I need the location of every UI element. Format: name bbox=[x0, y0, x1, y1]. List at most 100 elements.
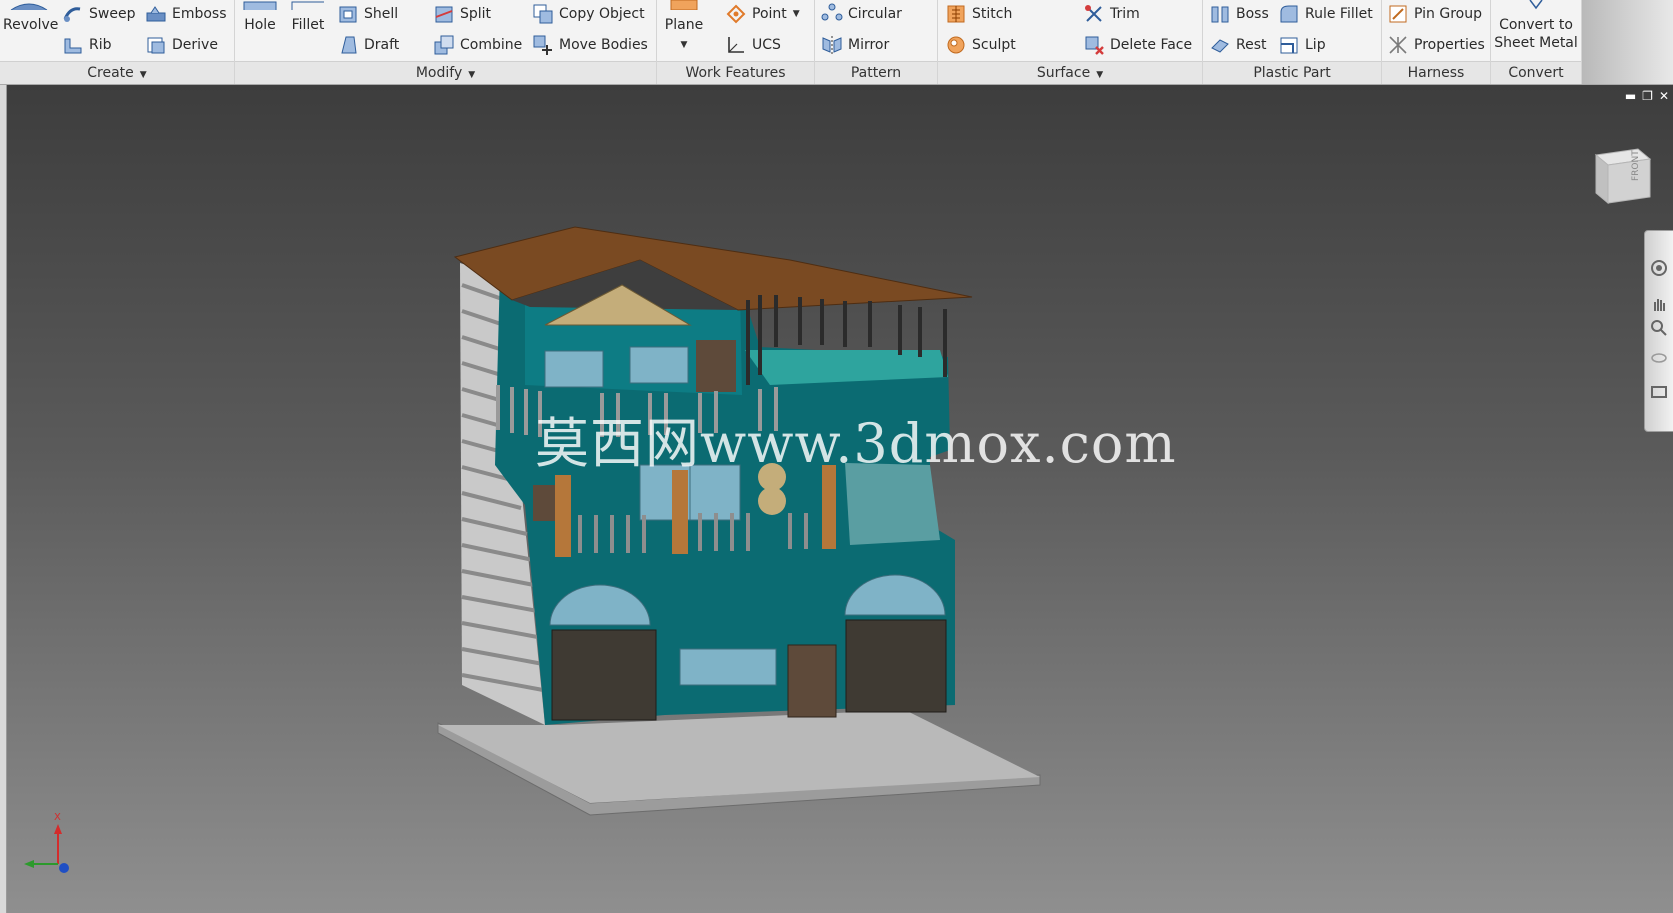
shell-button[interactable]: Shell bbox=[337, 1, 398, 27]
building-model[interactable] bbox=[0, 85, 1673, 913]
graphics-window[interactable]: ▬ ❐ ✕ 莫西网www.3dmox.com FRONT X bbox=[0, 85, 1673, 913]
circular-button[interactable]: Circular bbox=[821, 1, 902, 27]
properties-label: Properties bbox=[1414, 37, 1485, 53]
ucs-icon bbox=[728, 37, 744, 53]
rest-label: Rest bbox=[1236, 37, 1267, 53]
sweep-icon bbox=[63, 7, 81, 22]
derive-button[interactable]: Derive bbox=[145, 32, 218, 58]
sweep-button[interactable]: Sweep bbox=[62, 1, 135, 27]
point-label: Point bbox=[752, 6, 787, 22]
revolve-label: Revolve bbox=[3, 17, 59, 33]
axis-triad: X bbox=[24, 812, 69, 873]
pin-group-icon bbox=[1389, 5, 1407, 23]
emboss-label: Emboss bbox=[172, 6, 227, 22]
shell-label: Shell bbox=[364, 6, 399, 22]
convert-to-sheet-metal-button[interactable]: Convert to Sheet Metal bbox=[1491, 0, 1581, 52]
rest-button[interactable]: Rest bbox=[1209, 32, 1267, 58]
panel-plastic-part: Boss Rule Fillet Rest Lip Plastic Part bbox=[1203, 0, 1382, 84]
hole-icon bbox=[243, 1, 277, 10]
emboss-icon bbox=[146, 6, 166, 22]
rule-fillet-button[interactable]: Rule Fillet bbox=[1278, 1, 1373, 27]
properties-button[interactable]: Properties bbox=[1387, 32, 1485, 58]
panel-harness-label: Harness bbox=[1407, 65, 1465, 81]
trim-icon bbox=[1085, 5, 1102, 22]
window bbox=[544, 350, 604, 388]
move-bodies-label: Move Bodies bbox=[559, 37, 648, 53]
trim-button[interactable]: Trim bbox=[1083, 1, 1140, 27]
viewcube[interactable]: FRONT bbox=[1588, 145, 1654, 211]
column bbox=[555, 475, 571, 557]
stitch-icon bbox=[947, 5, 965, 23]
pin-group-button[interactable]: Pin Group bbox=[1387, 1, 1482, 27]
chevron-down-icon: ▼ bbox=[792, 9, 800, 19]
sculpt-button[interactable]: Sculpt bbox=[945, 32, 1016, 58]
plane-button[interactable]: Plane ▼ bbox=[659, 0, 709, 54]
chevron-down-icon: ▼ bbox=[139, 70, 147, 80]
hole-button[interactable]: Hole bbox=[235, 0, 285, 34]
ribbon: Revolve Sweep Emboss Rib Derive Create ▼ … bbox=[0, 0, 1673, 85]
revolve-button[interactable]: Revolve bbox=[3, 0, 59, 34]
panel-harness-footer: Harness bbox=[1382, 61, 1490, 84]
steering-wheel-icon[interactable] bbox=[1650, 259, 1668, 277]
rib-button[interactable]: Rib bbox=[62, 32, 112, 58]
circular-label: Circular bbox=[848, 6, 902, 22]
ucs-button[interactable]: UCS bbox=[725, 32, 781, 58]
stitch-button[interactable]: Stitch bbox=[945, 1, 1012, 27]
split-label: Split bbox=[460, 6, 492, 22]
move-bodies-button[interactable]: Move Bodies bbox=[532, 32, 648, 58]
boss-icon bbox=[1211, 6, 1229, 23]
sculpt-icon bbox=[947, 36, 965, 54]
fillet-icon bbox=[291, 1, 324, 10]
emboss-button[interactable]: Emboss bbox=[145, 1, 227, 27]
axis-x-label: X bbox=[54, 812, 61, 823]
copy-object-button[interactable]: Copy Object bbox=[532, 1, 645, 27]
fillet-button[interactable]: Fillet bbox=[285, 0, 331, 34]
orbit-icon[interactable] bbox=[1650, 349, 1668, 367]
plane-icon bbox=[670, 0, 698, 10]
panel-create-footer[interactable]: Create ▼ bbox=[0, 61, 234, 84]
combine-button[interactable]: Combine bbox=[433, 32, 522, 58]
panel-modify: Hole Fillet Shell Split Copy Object Draf… bbox=[235, 0, 657, 84]
panel-pattern: Circular Mirror Pattern bbox=[815, 0, 938, 84]
boss-button[interactable]: Boss bbox=[1209, 1, 1269, 27]
panel-convert-label: Convert bbox=[1508, 65, 1564, 81]
rest-icon bbox=[1211, 39, 1229, 53]
lip-button[interactable]: Lip bbox=[1278, 32, 1326, 58]
panel-modify-footer[interactable]: Modify ▼ bbox=[235, 61, 656, 84]
lip-icon bbox=[1280, 37, 1298, 54]
chevron-down-icon: ▼ bbox=[680, 40, 688, 50]
panel-plastic-part-label: Plastic Part bbox=[1253, 65, 1331, 81]
draft-button[interactable]: Draft bbox=[337, 32, 399, 58]
rule-fillet-icon bbox=[1280, 5, 1298, 23]
convert-label-line1: Convert to bbox=[1499, 17, 1573, 33]
window bbox=[629, 346, 689, 384]
panel-plastic-part-footer: Plastic Part bbox=[1203, 61, 1381, 84]
shell-icon bbox=[339, 6, 357, 23]
copy-object-icon bbox=[533, 4, 553, 24]
copy-object-label: Copy Object bbox=[559, 6, 645, 22]
pan-hand-icon[interactable] bbox=[1650, 295, 1668, 313]
delete-face-button[interactable]: Delete Face bbox=[1083, 32, 1192, 58]
sweep-label: Sweep bbox=[89, 6, 136, 22]
mirror-label: Mirror bbox=[848, 37, 890, 53]
panel-surface-footer[interactable]: Surface ▼ bbox=[938, 61, 1202, 84]
revolve-icon bbox=[10, 3, 48, 10]
convert-sheet-metal-icon bbox=[1529, 0, 1543, 10]
look-at-icon[interactable] bbox=[1650, 383, 1668, 401]
split-button[interactable]: Split bbox=[433, 1, 491, 27]
point-button[interactable]: Point ▼ bbox=[725, 1, 800, 27]
panel-harness: Pin Group Properties Harness bbox=[1382, 0, 1491, 84]
panel-convert-footer: Convert bbox=[1491, 61, 1581, 84]
chevron-down-icon: ▼ bbox=[468, 70, 476, 80]
fillet-label: Fillet bbox=[291, 17, 325, 33]
move-bodies-icon bbox=[533, 35, 552, 55]
stone-door bbox=[787, 644, 837, 718]
draft-label: Draft bbox=[364, 37, 400, 53]
watermark-text: 莫西网www.3dmox.com bbox=[535, 412, 1177, 475]
point-icon bbox=[726, 4, 746, 24]
derive-label: Derive bbox=[172, 37, 218, 53]
zoom-icon[interactable] bbox=[1650, 319, 1668, 337]
mirror-button[interactable]: Mirror bbox=[821, 32, 889, 58]
plane-label: Plane bbox=[664, 17, 704, 33]
circular-pattern-icon bbox=[821, 3, 843, 21]
